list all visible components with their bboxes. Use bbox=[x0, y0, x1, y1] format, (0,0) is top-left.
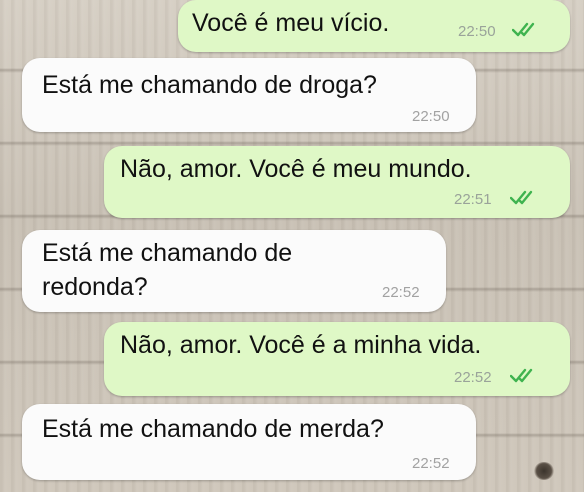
message-bubble-incoming[interactable]: Está me chamando de droga? 22:50 bbox=[22, 58, 476, 132]
double-check-icon bbox=[510, 368, 533, 383]
message-time: 22:51 bbox=[454, 191, 492, 208]
double-check-icon bbox=[512, 22, 535, 37]
message-text-line-2: redonda? bbox=[42, 273, 148, 301]
message-time: 22:52 bbox=[412, 455, 450, 472]
message-text: Não, amor. Você é a minha vida. bbox=[120, 331, 482, 359]
message-bubble-outgoing[interactable]: Você é meu vício. 22:50 bbox=[178, 0, 570, 52]
message-time: 22:52 bbox=[454, 369, 492, 386]
message-bubble-incoming[interactable]: Está me chamando de redonda? 22:52 bbox=[22, 230, 446, 312]
message-time: 22:52 bbox=[382, 284, 420, 301]
double-check-icon bbox=[510, 190, 533, 205]
message-bubble-incoming[interactable]: Está me chamando de merda? 22:52 bbox=[22, 404, 476, 480]
message-time: 22:50 bbox=[458, 23, 496, 40]
message-bubble-outgoing[interactable]: Não, amor. Você é a minha vida. 22:52 bbox=[104, 322, 570, 396]
message-text: Não, amor. Você é meu mundo. bbox=[120, 155, 472, 183]
message-text-line-1: Está me chamando de bbox=[42, 239, 293, 267]
message-bubble-outgoing[interactable]: Não, amor. Você é meu mundo. 22:51 bbox=[104, 146, 570, 218]
wood-knot bbox=[534, 462, 554, 480]
message-text: Está me chamando de merda? bbox=[42, 415, 384, 443]
message-text: Você é meu vício. bbox=[192, 9, 390, 37]
message-text: Está me chamando de droga? bbox=[42, 71, 377, 99]
message-time: 22:50 bbox=[412, 108, 450, 125]
